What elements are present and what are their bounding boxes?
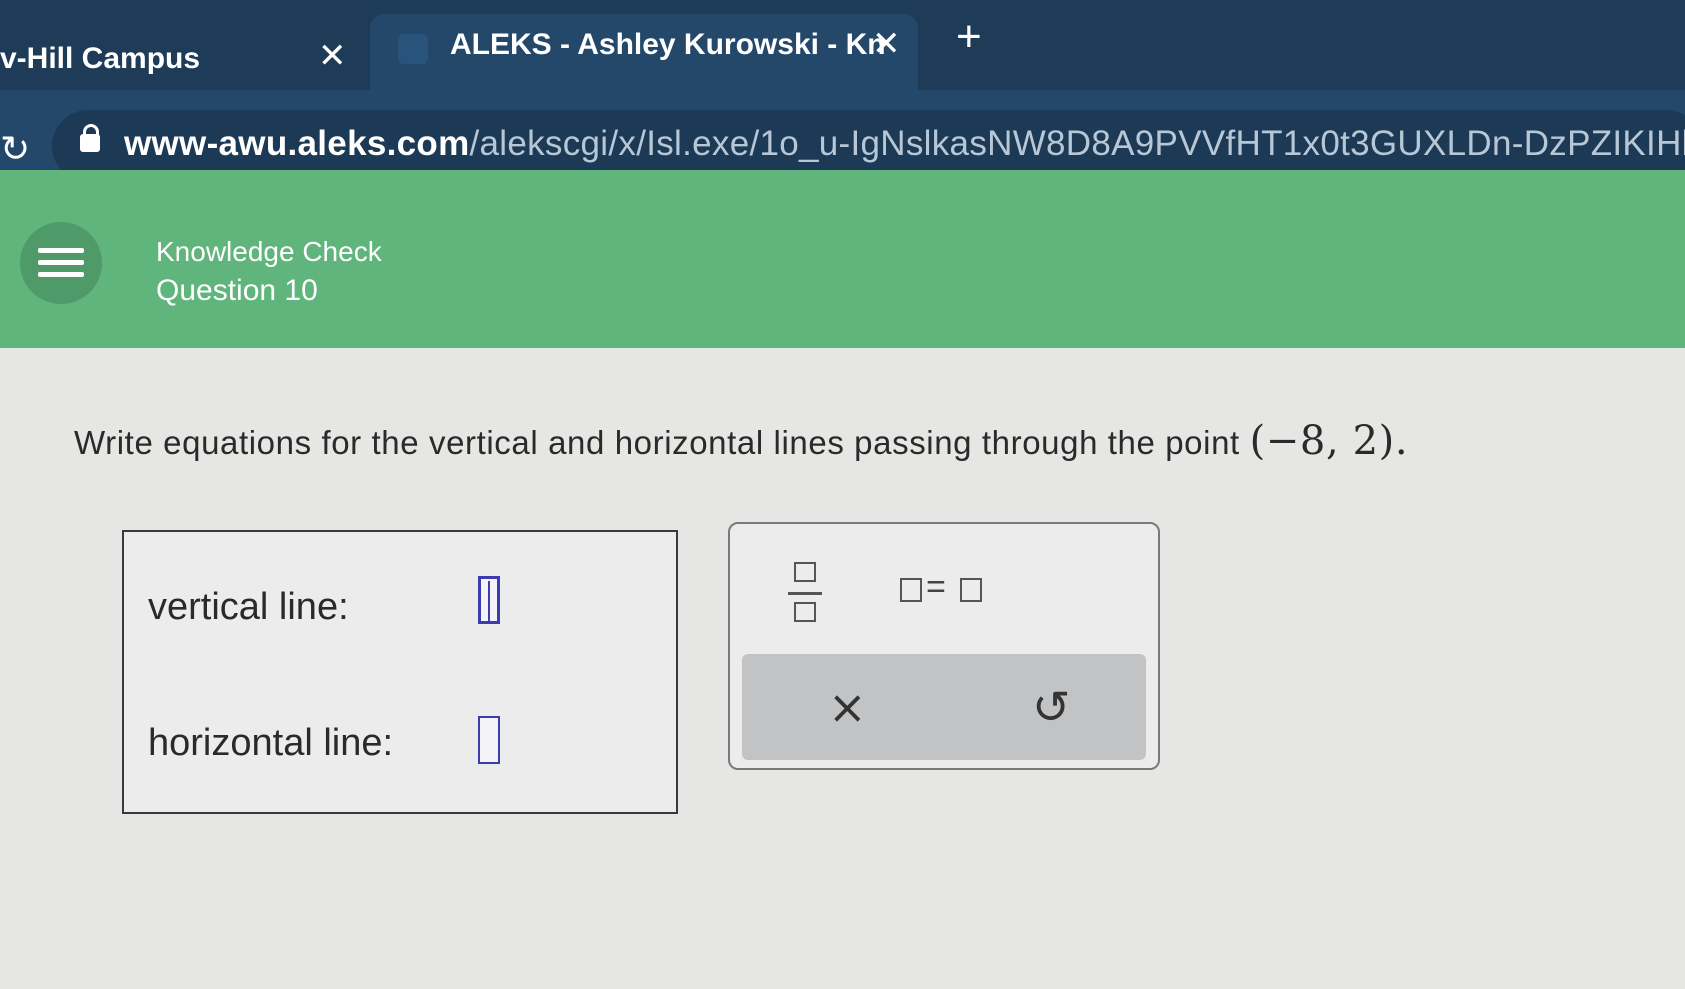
close-tab-icon[interactable]: ✕ (318, 36, 347, 76)
question-text: Write equations for the vertical and hor… (74, 418, 1408, 464)
left-box (900, 578, 922, 602)
question-prompt: Write equations for the vertical and hor… (74, 424, 1240, 461)
answer-box: vertical line: horizontal line: (122, 530, 678, 814)
url-host: www-awu.aleks.com (124, 124, 470, 163)
undo-icon[interactable]: ↺ (1032, 680, 1071, 734)
denominator-box (794, 602, 816, 622)
vertical-line-label: vertical line: (148, 586, 349, 628)
math-palette: = × ↺ (728, 522, 1160, 770)
question-point: (−8, 2). (1249, 418, 1409, 464)
tab-title: v-Hill Campus (0, 42, 201, 75)
browser-tab-aleks[interactable]: ALEKS - Ashley Kurowski - Kn ✕ (370, 14, 918, 90)
vertical-line-input[interactable] (478, 576, 500, 624)
hamburger-icon (38, 248, 84, 253)
close-tab-icon[interactable]: ✕ (872, 24, 901, 64)
right-box (960, 578, 982, 602)
new-tab-button[interactable]: + (956, 12, 982, 62)
url-text[interactable]: www-awu.aleks.com/alekscgi/x/Isl.exe/1o_… (124, 124, 1685, 164)
topic-title: Knowledge Check (156, 236, 382, 267)
question-number: Question 10 (156, 274, 318, 307)
equals-sign: = (926, 568, 946, 606)
hamburger-icon (38, 272, 84, 277)
url-path: /alekscgi/x/Isl.exe/1o_u-IgNslkasNW8D8A9… (469, 124, 1685, 163)
fraction-bar (788, 592, 822, 595)
browser-tab-bar: v-Hill Campus ✕ ALEKS - Ashley Kurowski … (0, 0, 1685, 90)
palette-action-bar: × ↺ (742, 654, 1146, 760)
browser-tab-campus[interactable]: v-Hill Campus ✕ (0, 14, 370, 90)
aleks-header: Knowledge Check Question 10 (0, 170, 1685, 348)
tab-title: ALEKS - Ashley Kurowski - Kn (450, 28, 886, 61)
hamburger-icon (38, 260, 84, 265)
menu-button[interactable] (20, 222, 102, 304)
lock-icon[interactable] (80, 124, 100, 152)
horizontal-line-input[interactable] (478, 716, 500, 764)
fraction-template-icon[interactable] (784, 558, 830, 628)
clear-icon[interactable]: × (828, 680, 867, 734)
horizontal-line-label: horizontal line: (148, 722, 394, 764)
aleks-favicon-icon (398, 34, 428, 64)
equation-template-icon[interactable]: = (900, 568, 990, 608)
numerator-box (794, 562, 816, 582)
reload-icon[interactable]: ↻ (0, 128, 30, 170)
